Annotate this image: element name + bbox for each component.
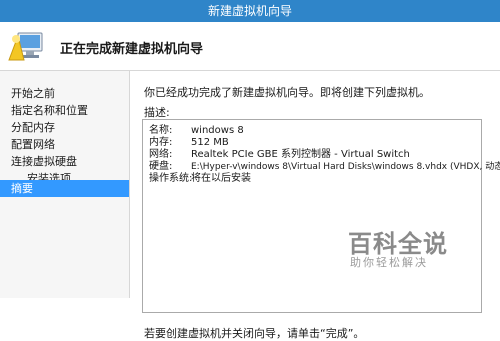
detail-key: 内存: [149,137,173,148]
wizard-step-nav: 开始之前 指定名称和位置 分配内存 配置网络 连接虚拟硬盘 安装选项 摘要 [0,71,130,298]
intro-text: 你已经成功完成了新建虚拟机向导。即将创建下列虚拟机。 [144,86,430,99]
watermark: 百科全说 助你轻松解决 [348,224,460,269]
wizard-header: 正在完成新建虚拟机向导 [0,22,500,71]
nav-item-memory[interactable]: 分配内存 [0,119,129,136]
detail-key: 硬盘: [149,161,173,172]
detail-key: 操作系统: [149,173,193,184]
detail-value: 512 MB [191,137,229,148]
nav-item-name-location[interactable]: 指定名称和位置 [0,102,129,119]
description-label: 描述: [144,106,170,119]
new-vm-wizard-icon [8,32,43,61]
finish-instruction: 若要创建虚拟机并关闭向导，请单击“完成”。 [144,327,365,340]
detail-value: 将在以后安装 [191,173,251,184]
nav-item-before-you-begin[interactable]: 开始之前 [0,85,129,102]
nav-item-summary[interactable]: 摘要 [0,180,129,197]
detail-key: 网络: [149,149,173,160]
watermark-tagline: 助你轻松解决 [350,256,428,269]
detail-key: 名称: [149,125,173,136]
detail-value: E:\Hyper-v\windows 8\Virtual Hard Disks\… [191,162,500,172]
nav-item-virtual-disk[interactable]: 连接虚拟硬盘 [0,153,129,170]
header-title: 正在完成新建虚拟机向导 [60,42,204,57]
detail-value: windows 8 [191,125,244,136]
detail-value: Realtek PCIe GBE 系列控制器 - Virtual Switch [191,149,410,160]
window-title: 新建虚拟机向导 [207,4,292,18]
window-titlebar: 新建虚拟机向导 [0,0,500,23]
description-box[interactable]: 名称: windows 8 内存: 512 MB 网络: Realtek PCI… [142,119,500,313]
nav-item-network[interactable]: 配置网络 [0,136,129,153]
